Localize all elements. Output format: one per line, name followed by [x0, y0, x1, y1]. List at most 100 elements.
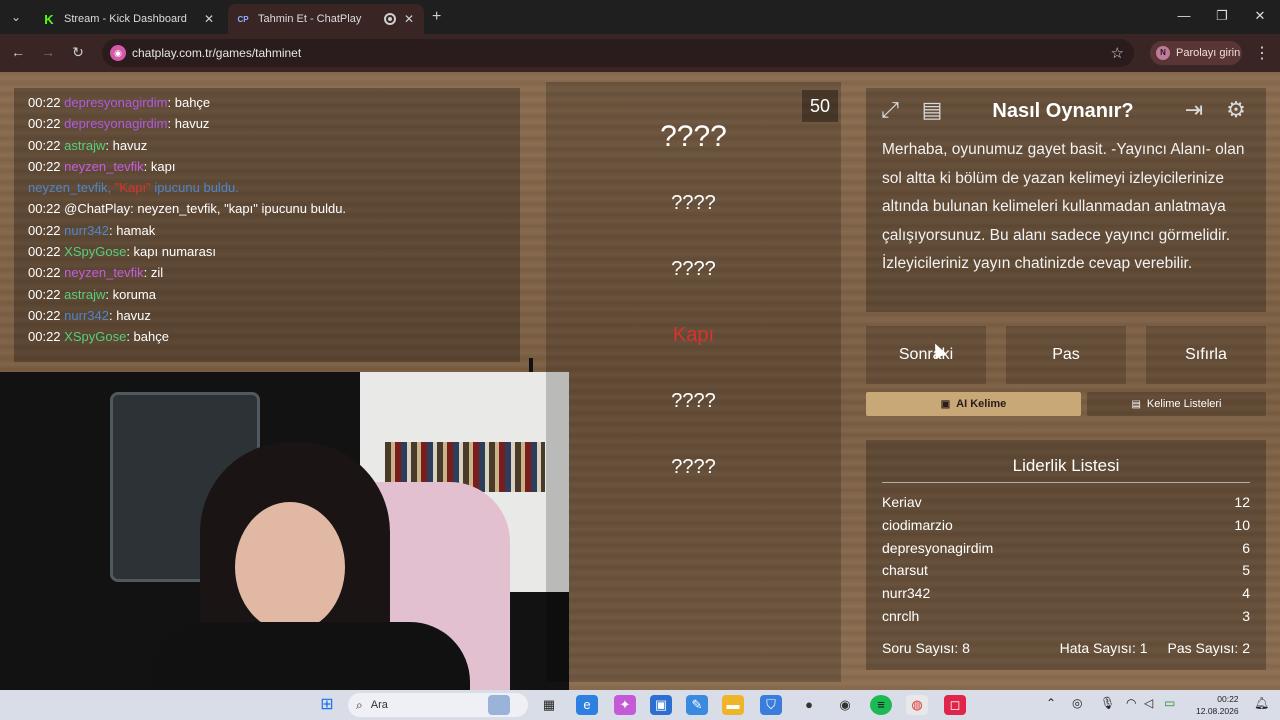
volume-icon[interactable]: ◁	[1144, 696, 1153, 710]
restore-icon[interactable]: ❐	[1212, 8, 1232, 24]
game-stats: Soru Sayısı: 8 Hata Sayısı: 1 Pas Sayısı…	[882, 640, 1250, 656]
question-count: Soru Sayısı: 8	[882, 640, 970, 656]
list-icon: ▤	[1131, 398, 1141, 410]
new-tab-button[interactable]: +	[432, 8, 441, 26]
how-to-play-text: Merhaba, oyunumuz gayet basit. -Yayıncı …	[882, 141, 1245, 273]
url-text: chatplay.com.tr/games/tahminet	[132, 46, 302, 60]
next-button[interactable]: Sonraki	[866, 326, 986, 384]
site-info-icon[interactable]: ◉	[110, 45, 126, 61]
leaderboard-title: Liderlik Listesi	[882, 456, 1250, 483]
edge-icon[interactable]: e	[576, 695, 598, 715]
document-icon[interactable]: ▤	[916, 94, 948, 126]
folder-icon[interactable]: ▬	[722, 695, 744, 715]
password-button-label: Parolayı girin	[1176, 47, 1241, 59]
pass-button[interactable]: Pas	[1006, 326, 1126, 384]
word-slot: ????	[671, 456, 716, 478]
gear-icon[interactable]: ⚙	[1220, 94, 1252, 126]
streamer-shirt	[150, 622, 470, 692]
tab-title: Stream - Kick Dashboard	[64, 13, 187, 25]
close-icon[interactable]: ✕	[402, 12, 416, 26]
webcam-feed	[0, 372, 569, 692]
tray-overflow-icon[interactable]: ⌃	[1046, 696, 1056, 710]
chat-message: 00:22 nurr342: havuz	[28, 307, 151, 323]
reset-button[interactable]: Sıfırla	[1146, 326, 1266, 384]
exit-icon[interactable]: ⇥	[1178, 94, 1210, 126]
tab-kick-dashboard[interactable]: K Stream - Kick Dashboard ✕	[34, 4, 224, 34]
password-button[interactable]: N Parolayı girin	[1150, 41, 1242, 65]
taskbar: ⊞ ⌕ Ara ▦ e ✦ ▣ ✎ ▬ ⛉ ● ◉ ≡ ◍ ◻ ⌃ ◎ 🎙︎ ◠…	[0, 690, 1280, 720]
leaderboard-row: Keriav 12	[882, 494, 1250, 510]
menu-icon[interactable]: ⋮	[1254, 43, 1270, 63]
address-bar-row: ← → ↻ ◉ chatplay.com.tr/games/tahminet ☆…	[0, 34, 1280, 72]
battery-icon[interactable]: ▭	[1164, 696, 1175, 710]
word-slot-found: Kapı	[672, 324, 715, 346]
chat-message: 00:22 neyzen_tevfik: kapı	[28, 158, 176, 174]
taskbar-search-placeholder: Ara	[370, 699, 388, 711]
copilot-icon[interactable]: ✦	[614, 695, 636, 715]
network-app-icon[interactable]: ◎	[1072, 696, 1082, 710]
close-icon[interactable]: ✕	[202, 12, 216, 26]
how-to-play-panel: ⤢ ▤ Nasıl Oynanır? ⇥ ⚙ Merhaba, oyunumuz…	[866, 88, 1266, 312]
task-view-icon[interactable]: ▦	[538, 695, 560, 715]
leaderboard-row: charsut 5	[882, 562, 1250, 579]
search-icon: ⌕	[356, 697, 363, 712]
notification-icon[interactable]: 🔔︎	[1254, 696, 1269, 710]
leaderboard-row: depresyonagirdim 6	[882, 539, 1250, 556]
tab-word-lists[interactable]: ▤ Kelime Listeleri	[1087, 392, 1266, 416]
chat-message: 00:22 nurr342: hamak	[28, 222, 156, 238]
error-count: Hata Sayısı: 1	[1059, 640, 1148, 656]
chatplay-icon: CP	[237, 14, 249, 24]
url-field[interactable]: ◉ chatplay.com.tr/games/tahminet ☆	[102, 39, 1134, 67]
kick-icon: K	[42, 12, 56, 27]
pass-count: Pas Sayısı: 2	[1167, 640, 1250, 656]
tab-chatplay[interactable]: CP Tahmin Et - ChatPlay ✕	[228, 4, 424, 34]
timer-counter: 50	[802, 90, 838, 122]
forward-icon[interactable]: →	[38, 44, 58, 60]
robot-icon: ▣	[940, 398, 951, 410]
streamer-face	[235, 502, 345, 632]
vpn-icon[interactable]: ⛉	[760, 695, 782, 715]
chat-message: 00:22 @ChatPlay: neyzen_tevfik, "kapı" i…	[28, 201, 347, 217]
bookmark-star-icon[interactable]: ☆	[1111, 44, 1124, 62]
chat-message: 00:22 XSpyGose: kapı numarası	[28, 244, 216, 260]
browser-tab-bar: ⌄ K Stream - Kick Dashboard ✕ CP Tahmin …	[0, 0, 1280, 34]
chat-message: 00:22 astrajw: koruma	[28, 286, 156, 302]
profile-avatar: N	[1156, 46, 1170, 60]
leaderboard-row: ciodimarzio 10	[882, 516, 1250, 533]
back-icon[interactable]: ←	[8, 44, 28, 60]
clock[interactable]: 00:22 12.08.2026	[1196, 693, 1239, 717]
word-panel: 50 ???? ???? ???? Kapı ???? ????	[546, 82, 841, 682]
spotify-icon[interactable]: ≡	[870, 695, 892, 715]
close-window-icon[interactable]: ✕	[1250, 8, 1270, 24]
leaderboard-panel: Liderlik Listesi Keriav 12 ciodimarzio 10 …	[866, 440, 1266, 670]
clock-time: 00:22	[1217, 694, 1239, 704]
how-to-play-title: Nasıl Oynanır?	[992, 100, 1134, 122]
app-icon[interactable]: ✎	[686, 695, 708, 715]
wifi-icon[interactable]: ◠	[1126, 696, 1136, 710]
word-slot: ????	[671, 192, 716, 214]
chat-message: 00:22 neyzen_tevfik: zil	[28, 265, 164, 281]
obs-icon[interactable]: ◉	[834, 695, 856, 715]
tab-word-lists-label: Kelime Listeleri	[1146, 398, 1222, 410]
leaderboard-row: cnrclh 3	[882, 607, 1250, 624]
clock-date: 12.08.2026	[1196, 706, 1239, 716]
minimize-icon[interactable]: —	[1174, 8, 1194, 23]
alien-icon[interactable]: ●	[798, 695, 820, 715]
tab-search-icon[interactable]: ⌄	[6, 8, 26, 26]
microphone-icon[interactable]: 🎙︎	[1100, 696, 1115, 710]
tab-title: Tahmin Et - ChatPlay	[258, 13, 362, 25]
recording-icon	[384, 13, 396, 25]
windows-start-icon[interactable]: ⊞	[316, 695, 338, 715]
reload-icon[interactable]: ↻	[68, 44, 88, 61]
store-icon[interactable]: ▣	[650, 695, 672, 715]
chrome-icon[interactable]: ◍	[906, 695, 928, 715]
leaderboard-row: nurr342 4	[882, 585, 1250, 602]
tab-ai-word-label: AI Kelime	[956, 398, 1007, 410]
tab-ai-word[interactable]: ▣ AI Kelime	[866, 392, 1081, 416]
word-slot: ????	[660, 120, 727, 153]
chat-message: 00:22 depresyonagirdim: havuz	[28, 116, 210, 132]
word-slot: ????	[671, 390, 716, 412]
widget-icon[interactable]	[488, 695, 510, 715]
app-red-icon[interactable]: ◻	[944, 695, 966, 715]
fullscreen-icon[interactable]: ⤢	[874, 94, 906, 126]
